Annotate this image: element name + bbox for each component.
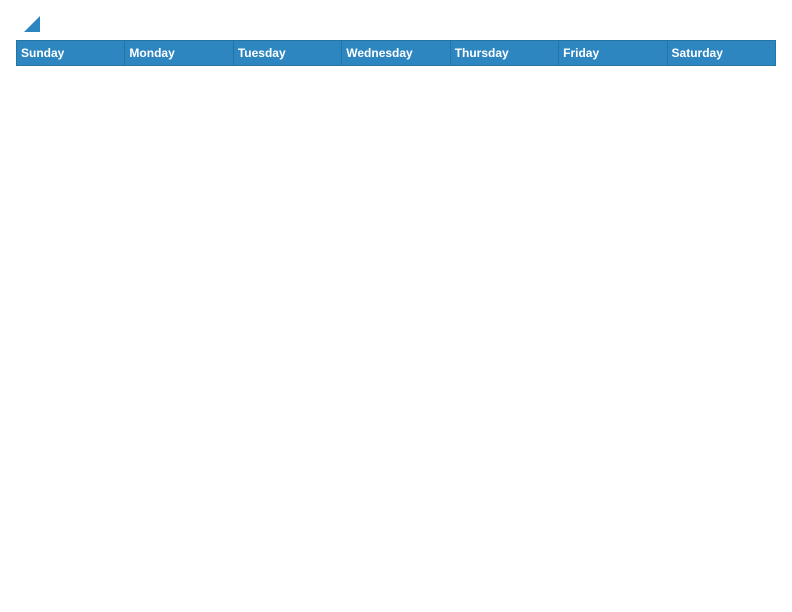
column-header-saturday: Saturday: [667, 41, 775, 66]
calendar-table: SundayMondayTuesdayWednesdayThursdayFrid…: [16, 40, 776, 66]
column-header-monday: Monday: [125, 41, 233, 66]
page-header: [16, 16, 776, 30]
logo-icon: [18, 14, 40, 36]
column-header-thursday: Thursday: [450, 41, 558, 66]
column-header-tuesday: Tuesday: [233, 41, 341, 66]
column-header-sunday: Sunday: [17, 41, 125, 66]
calendar-header-row: SundayMondayTuesdayWednesdayThursdayFrid…: [17, 41, 776, 66]
column-header-friday: Friday: [559, 41, 667, 66]
logo: [16, 16, 40, 30]
column-header-wednesday: Wednesday: [342, 41, 450, 66]
